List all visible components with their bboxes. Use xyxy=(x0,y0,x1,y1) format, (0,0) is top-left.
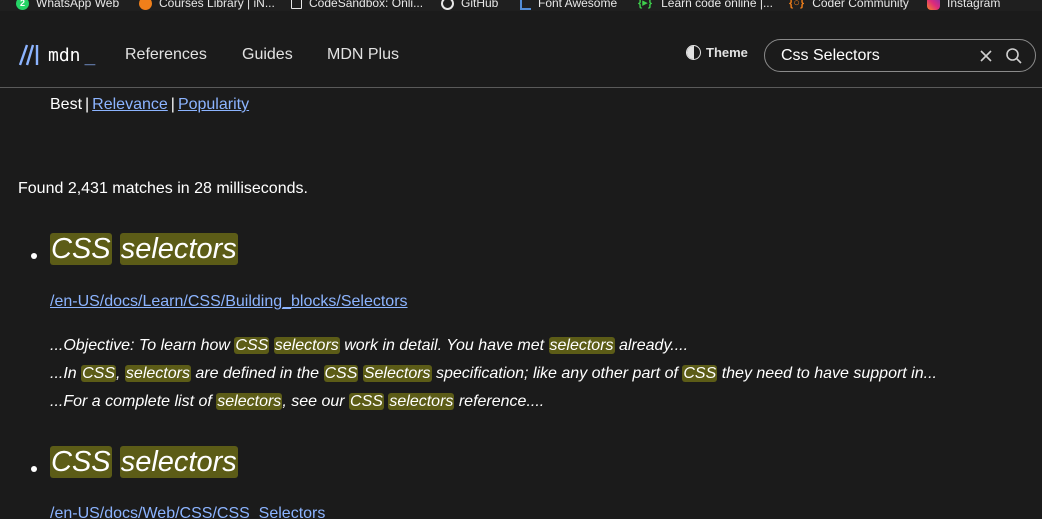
snippet-highlight: selectors xyxy=(124,365,191,382)
snippet-highlight: CSS xyxy=(81,365,117,382)
bookmarks-bar: 2 WhatsApp Web Courses Library | iN... C… xyxy=(0,0,1042,11)
theme-button[interactable]: Theme xyxy=(686,45,748,60)
sort-relevance-link[interactable]: Relevance xyxy=(92,96,168,113)
snippet-highlight: Selectors xyxy=(362,365,432,382)
coder-community-icon: {○} xyxy=(789,0,805,9)
clear-icon[interactable] xyxy=(977,47,995,65)
bookmark-learn-code[interactable]: {▸} Learn code online |... xyxy=(638,0,773,11)
bookmark-label: Instagram xyxy=(947,0,1001,10)
snippet-highlight: selectors xyxy=(548,337,615,354)
snippet-text: already.... xyxy=(614,337,689,354)
bookmark-courses[interactable]: Courses Library | iN... xyxy=(139,0,275,11)
result-snippet: ...In CSS, selectors are defined in the … xyxy=(50,360,937,388)
title-highlight: CSS xyxy=(50,233,112,265)
snippet-highlight: selectors xyxy=(216,393,283,410)
bookmark-label: Coder Community xyxy=(812,0,909,10)
snippet-text: they need to have support in... xyxy=(717,365,937,382)
snippet-highlight: selectors xyxy=(388,393,455,410)
snippet-text: reference.... xyxy=(454,393,545,410)
codesandbox-icon xyxy=(291,0,302,9)
bookmark-fontawesome[interactable]: Font Awesome xyxy=(520,0,617,11)
theme-label: Theme xyxy=(706,45,748,60)
result-title[interactable]: CSS selectors xyxy=(50,446,238,479)
instagram-icon xyxy=(927,0,940,10)
sort-separator: | xyxy=(85,96,90,113)
bookmark-whatsapp[interactable]: 2 WhatsApp Web xyxy=(16,0,119,11)
snippet-text: are defined in the xyxy=(190,365,324,382)
bookmark-label: CodeSandbox: Onli... xyxy=(309,0,424,10)
sort-best: Best xyxy=(50,96,83,113)
snippet-text: , xyxy=(116,365,125,382)
result-snippet: ...Objective: To learn how CSS selectors… xyxy=(50,332,688,360)
snippet-highlight: CSS xyxy=(682,365,718,382)
title-highlight: selectors xyxy=(119,233,238,265)
snippet-text: ...For a complete list of xyxy=(50,393,217,410)
search-input[interactable] xyxy=(781,46,981,65)
snippet-text: work in detail. You have met xyxy=(339,337,549,354)
list-bullet xyxy=(31,253,37,259)
mdn-logo-icon xyxy=(18,44,39,66)
snippet-highlight: selectors xyxy=(273,337,340,354)
snippet-text: ...Objective: To learn how xyxy=(50,337,235,354)
search-icon[interactable] xyxy=(1005,47,1023,65)
courses-icon xyxy=(139,0,152,10)
search-box xyxy=(764,39,1036,72)
snippet-text: specification; like any other part of xyxy=(431,365,683,382)
bookmark-coder-community[interactable]: {○} Coder Community xyxy=(789,0,909,11)
bookmark-github[interactable]: GitHub xyxy=(441,0,498,11)
nav-guides[interactable]: Guides xyxy=(242,46,293,64)
bookmark-label: Learn code online |... xyxy=(661,0,773,10)
snippet-highlight: CSS xyxy=(349,393,384,410)
nav-mdn-plus[interactable]: MDN Plus xyxy=(327,46,399,64)
snippet-text: , see our xyxy=(282,393,350,410)
result-url-link[interactable]: /en-US/docs/Learn/CSS/Building_blocks/Se… xyxy=(50,293,408,311)
fontawesome-icon xyxy=(520,0,531,10)
title-highlight: selectors xyxy=(119,446,238,478)
sort-popularity-link[interactable]: Popularity xyxy=(178,96,249,113)
whatsapp-icon: 2 xyxy=(16,0,29,10)
results-count: Found 2,431 matches in 28 milliseconds. xyxy=(18,180,308,197)
sort-options: Best | Relevance | Popularity xyxy=(50,96,249,114)
bookmark-label: GitHub xyxy=(461,0,499,10)
bookmark-codesandbox[interactable]: CodeSandbox: Onli... xyxy=(291,0,423,11)
snippet-highlight: CSS xyxy=(323,365,359,382)
bookmark-instagram[interactable]: Instagram xyxy=(927,0,1000,11)
sort-separator: | xyxy=(170,96,175,113)
theme-icon xyxy=(686,45,701,60)
bookmark-label: Courses Library | iN... xyxy=(159,0,275,10)
mdn-logo[interactable]: mdn _ xyxy=(18,43,95,67)
logo-text: mdn _ xyxy=(48,44,96,66)
list-bullet xyxy=(31,466,37,472)
title-highlight: CSS xyxy=(50,446,112,478)
result-url-link[interactable]: /en-US/docs/Web/CSS/CSS_Selectors xyxy=(50,505,325,519)
snippet-text: ...In xyxy=(50,365,82,382)
bookmark-label: WhatsApp Web xyxy=(36,0,120,10)
snippet-highlight: CSS xyxy=(234,337,270,354)
result-title[interactable]: CSS selectors xyxy=(50,233,238,266)
learn-code-icon: {▸} xyxy=(638,0,653,9)
result-snippet: ...For a complete list of selectors, see… xyxy=(50,388,544,416)
site-header: mdn _ References Guides MDN Plus Theme xyxy=(0,11,1042,88)
github-icon xyxy=(441,0,454,10)
bookmark-label: Font Awesome xyxy=(538,0,618,10)
nav-references[interactable]: References xyxy=(125,46,207,64)
